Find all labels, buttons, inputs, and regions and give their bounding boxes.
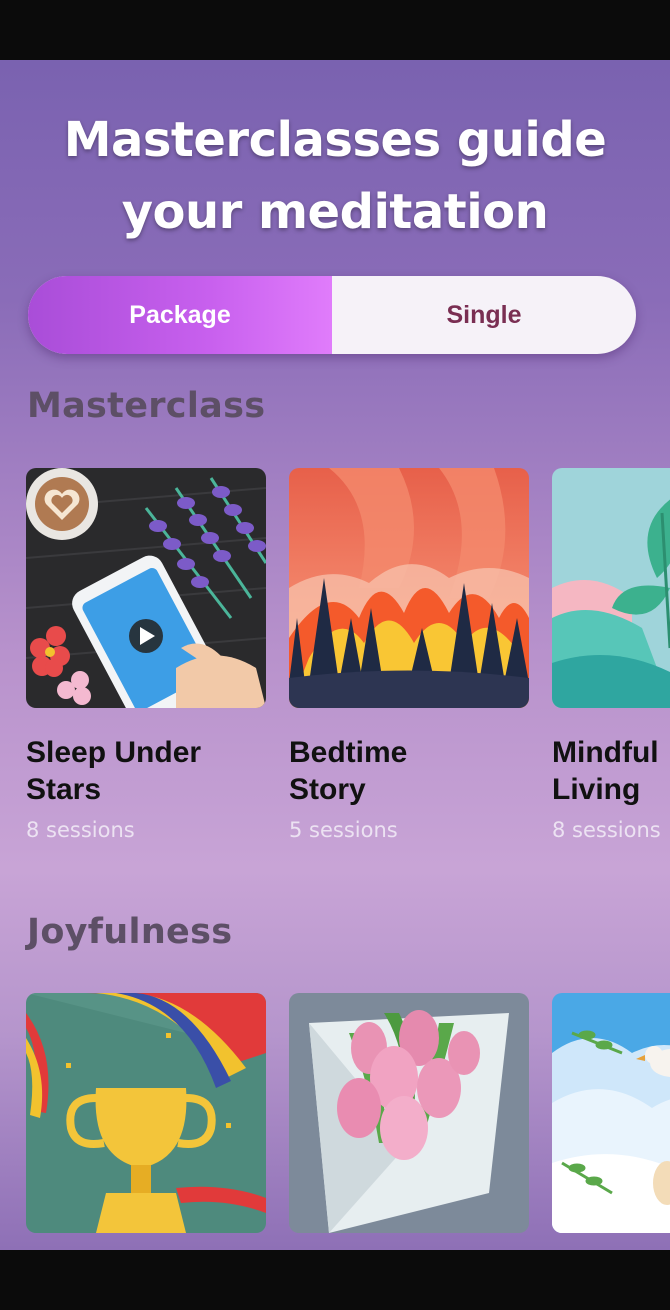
sleep-under-stars-thumbnail <box>26 468 266 708</box>
play-icon <box>129 619 163 653</box>
course-card-sleep-under-stars[interactable]: Sleep Under Stars 8 sessions <box>26 468 268 842</box>
dove-thumbnail <box>552 993 670 1233</box>
bedtime-story-thumbnail <box>289 468 529 708</box>
app-screen: Masterclasses guide your meditation Pack… <box>0 60 670 1250</box>
session-count: 5 sessions <box>289 818 398 842</box>
trophy-thumbnail <box>26 993 266 1233</box>
card-title-line-1: Mindful <box>552 736 659 769</box>
card-title-line-2: Living <box>552 773 641 806</box>
joyfulness-card-dove[interactable] <box>552 993 670 1233</box>
card-title: Bedtime Story <box>289 734 531 808</box>
course-card-bedtime-story[interactable]: Bedtime Story 5 sessions <box>289 468 531 842</box>
page-title: Masterclasses guide your meditation <box>63 112 607 240</box>
joyfulness-card-trophy[interactable] <box>26 993 268 1233</box>
card-title-line-2: Story <box>289 773 366 806</box>
toggle-single[interactable]: Single <box>332 276 636 354</box>
course-card-mindful-living[interactable]: Mindful Living 8 sessions <box>552 468 670 842</box>
section-title-masterclass: Masterclass <box>27 386 266 426</box>
session-count: 8 sessions <box>552 818 661 842</box>
session-count: 8 sessions <box>26 818 135 842</box>
joyfulness-card-tulips[interactable] <box>289 993 531 1233</box>
card-title: Sleep Under Stars <box>26 734 268 808</box>
package-single-toggle[interactable]: Package Single <box>28 276 636 354</box>
coffee-heart-icon <box>26 468 98 540</box>
card-title: Mindful Living <box>552 734 670 808</box>
toggle-package[interactable]: Package <box>28 276 332 354</box>
card-title-line-1: Sleep Under <box>26 736 202 769</box>
card-title-line-1: Bedtime <box>289 736 408 769</box>
section-title-joyfulness: Joyfulness <box>27 912 233 952</box>
tulip-bouquet-thumbnail <box>289 993 529 1233</box>
mindful-living-thumbnail <box>552 468 670 708</box>
card-title-line-2: Stars <box>26 773 102 806</box>
